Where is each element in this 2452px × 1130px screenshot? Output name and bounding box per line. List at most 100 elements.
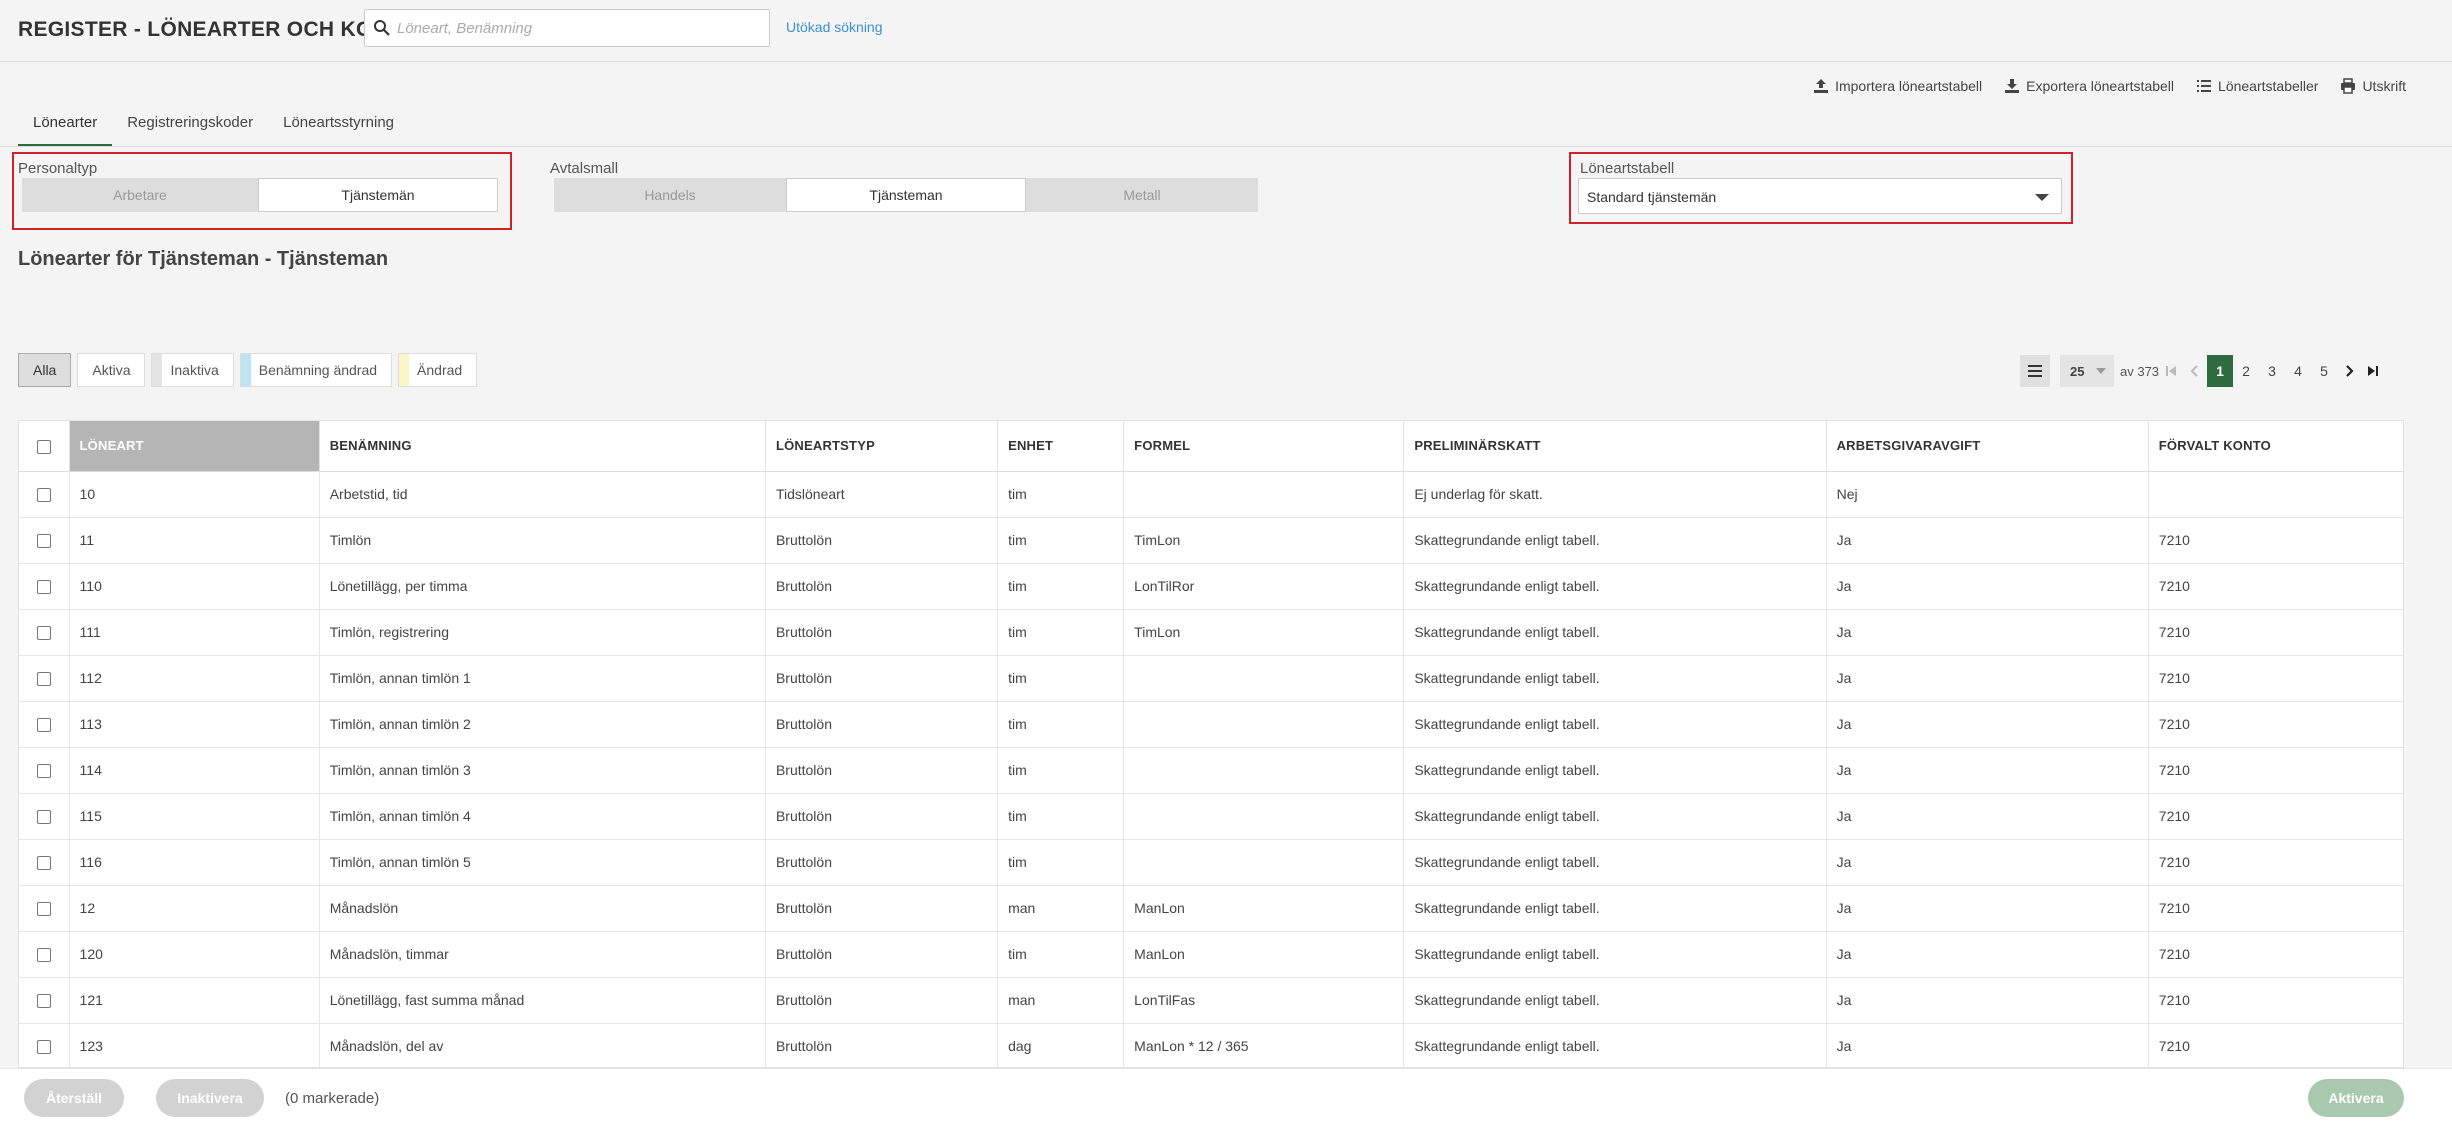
table-row[interactable]: 12 Månadslön Bruttolön man ManLon Skattegrund… bbox=[19, 885, 2403, 932]
table-row[interactable]: 123 Månadslön, del av Bruttolön dag ManLon *… bbox=[19, 1023, 2403, 1067]
activate-button[interactable]: Aktivera bbox=[2308, 1079, 2404, 1117]
section-title: Lönearter för Tjänsteman - Tjänsteman bbox=[18, 248, 389, 270]
cell-enhet: tim bbox=[997, 747, 1125, 794]
page-2-button[interactable]: 2 bbox=[2233, 355, 2259, 387]
table-row[interactable]: 114 Timlön, annan timlön 3 Bruttolön tim Ska… bbox=[19, 747, 2403, 794]
row-checkbox[interactable] bbox=[36, 1040, 51, 1055]
page-size-value: 25 bbox=[2070, 363, 2085, 379]
deactivate-button[interactable]: Inaktivera bbox=[156, 1079, 264, 1117]
export-button[interactable]: Exportera löneartstabell bbox=[2004, 78, 2174, 94]
filter-benamning-andrad[interactable]: Benämning ändrad bbox=[239, 353, 393, 387]
prev-page-button[interactable] bbox=[2183, 355, 2207, 387]
cell-benamning: Lönetillägg, per timma bbox=[319, 563, 766, 610]
table-row[interactable]: 112 Timlön, annan timlön 1 Bruttolön tim Ska… bbox=[19, 655, 2403, 702]
cell-benamning: Timlön, annan timlön 5 bbox=[319, 839, 766, 886]
row-checkbox[interactable] bbox=[36, 810, 51, 825]
filter-andrad[interactable]: Ändrad bbox=[398, 353, 478, 387]
reset-button[interactable]: Återställ bbox=[24, 1079, 124, 1117]
page-3-button[interactable]: 3 bbox=[2259, 355, 2285, 387]
column-header-enhet[interactable]: ENHET bbox=[997, 421, 1125, 472]
tab-registreringskoder[interactable]: Registreringskoder bbox=[112, 108, 268, 146]
page-5-button[interactable]: 5 bbox=[2311, 355, 2337, 387]
column-header-arbetsgivaravgift[interactable]: ARBETSGIVARAVGIFT bbox=[1826, 421, 2149, 472]
cell-loneart: 120 bbox=[69, 931, 320, 978]
row-checkbox[interactable] bbox=[36, 948, 51, 963]
row-checkbox[interactable] bbox=[36, 534, 51, 549]
search-input[interactable] bbox=[397, 16, 757, 40]
row-checkbox[interactable] bbox=[36, 718, 51, 733]
row-checkbox[interactable] bbox=[36, 672, 51, 687]
table-row[interactable]: 110 Lönetillägg, per timma Bruttolön tim Lon… bbox=[19, 563, 2403, 610]
tab-lonearter[interactable]: Lönearter bbox=[18, 108, 113, 146]
table-row[interactable]: 120 Månadslön, timmar Bruttolön tim ManLon Sk… bbox=[19, 931, 2403, 978]
personaltyp-option-arbetare[interactable]: Arbetare bbox=[22, 178, 258, 212]
table-row[interactable]: 115 Timlön, annan timlön 4 Bruttolön tim Ska… bbox=[19, 793, 2403, 840]
filter-alla[interactable]: Alla bbox=[18, 353, 72, 387]
pagination: 25 av 373 1 2 3 4 5 bbox=[2020, 355, 2385, 387]
table-row[interactable]: 116 Timlön, annan timlön 5 Bruttolön tim Ska… bbox=[19, 839, 2403, 886]
cell-forvalt-konto: 7210 bbox=[2148, 609, 2403, 656]
list-view-button[interactable] bbox=[2020, 355, 2050, 387]
export-label: Exportera löneartstabell bbox=[2026, 78, 2175, 94]
cell-benamning: Timlön, annan timlön 2 bbox=[319, 701, 766, 748]
cell-enhet: tim bbox=[997, 471, 1125, 518]
total-count: av 373 bbox=[2120, 363, 2160, 379]
last-page-button[interactable] bbox=[2361, 355, 2385, 387]
row-checkbox[interactable] bbox=[36, 994, 51, 1009]
row-checkbox[interactable] bbox=[36, 856, 51, 871]
table-row[interactable]: 111 Timlön, registrering Bruttolön tim TimLo… bbox=[19, 609, 2403, 656]
cell-arbetsgivaravgift: Ja bbox=[1826, 747, 2149, 794]
column-header-formel[interactable]: FORMEL bbox=[1123, 421, 1405, 472]
cell-benamning: Timlön, annan timlön 4 bbox=[319, 793, 766, 840]
column-header-preliminarskatt[interactable]: PRELIMINÄRSKATT bbox=[1403, 421, 1827, 472]
cell-loneart: 115 bbox=[69, 793, 320, 840]
column-header-loneart[interactable]: LÖNEART bbox=[69, 421, 320, 472]
page-1-button[interactable]: 1 bbox=[2207, 355, 2234, 387]
avtalsmall-option-handels[interactable]: Handels bbox=[554, 178, 786, 212]
first-page-button[interactable] bbox=[2159, 355, 2183, 387]
row-select-cell bbox=[19, 471, 70, 518]
cell-loneart: 12 bbox=[69, 885, 320, 932]
column-header-benamning[interactable]: BENÄMNING bbox=[319, 421, 766, 472]
cell-preliminarskatt: Skattegrundande enligt tabell. bbox=[1403, 517, 1827, 564]
row-checkbox[interactable] bbox=[36, 580, 51, 595]
cell-loneartstyp: Bruttolön bbox=[765, 885, 999, 932]
print-button[interactable]: Utskrift bbox=[2340, 78, 2406, 94]
cell-loneart: 112 bbox=[69, 655, 320, 702]
select-all-checkbox[interactable] bbox=[36, 439, 51, 454]
filter-inaktiva[interactable]: Inaktiva bbox=[151, 353, 234, 387]
personaltyp-option-tjansteman[interactable]: Tjänstemän bbox=[258, 178, 498, 212]
row-checkbox[interactable] bbox=[36, 764, 51, 779]
table-row[interactable]: 11 Timlön Bruttolön tim TimLon Skattegrundand… bbox=[19, 517, 2403, 564]
next-page-button[interactable] bbox=[2337, 355, 2361, 387]
table-row[interactable]: 121 Lönetillägg, fast summa månad Bruttolö… bbox=[19, 977, 2403, 1024]
avtalsmall-option-tjansteman[interactable]: Tjänsteman bbox=[786, 178, 1026, 212]
table-row[interactable]: 10 Arbetstid, tid Tidslöneart tim Ej underla… bbox=[19, 471, 2403, 518]
row-checkbox[interactable] bbox=[36, 902, 51, 917]
extended-search-link[interactable]: Utökad sökning bbox=[786, 19, 883, 35]
filter-aktiva[interactable]: Aktiva bbox=[77, 353, 146, 387]
import-button[interactable]: Importera löneartstabell bbox=[1813, 78, 1982, 94]
cell-loneartstyp: Bruttolön bbox=[765, 839, 999, 886]
row-select-cell bbox=[19, 563, 70, 610]
page-size-select[interactable]: 25 bbox=[2060, 355, 2114, 387]
cell-preliminarskatt: Skattegrundande enligt tabell. bbox=[1403, 701, 1827, 748]
tables-button[interactable]: Löneartstabeller bbox=[2196, 78, 2318, 94]
row-checkbox[interactable] bbox=[36, 626, 51, 641]
row-select-cell bbox=[19, 655, 70, 702]
cell-enhet: man bbox=[997, 977, 1125, 1024]
search-box[interactable] bbox=[364, 9, 770, 47]
column-header-forvalt-konto[interactable]: FÖRVALT KONTO bbox=[2148, 421, 2403, 472]
tab-loneartsstyrning[interactable]: Löneartsstyrning bbox=[268, 108, 409, 146]
row-checkbox[interactable] bbox=[36, 488, 51, 503]
cell-loneart: 114 bbox=[69, 747, 320, 794]
loneartstabell-value: Standard tjänstemän bbox=[1587, 189, 1717, 205]
avtalsmall-option-metall[interactable]: Metall bbox=[1026, 178, 1258, 212]
cell-enhet: tim bbox=[997, 609, 1125, 656]
selected-count: (0 markerade) bbox=[285, 1090, 380, 1107]
table-row[interactable]: 113 Timlön, annan timlön 2 Bruttolön tim Ska… bbox=[19, 701, 2403, 748]
loneartstabell-select[interactable]: Standard tjänstemän bbox=[1578, 178, 2062, 214]
cell-formel bbox=[1123, 471, 1405, 518]
page-4-button[interactable]: 4 bbox=[2285, 355, 2311, 387]
column-header-loneartstyp[interactable]: LÖNEARTSTYP bbox=[765, 421, 999, 472]
